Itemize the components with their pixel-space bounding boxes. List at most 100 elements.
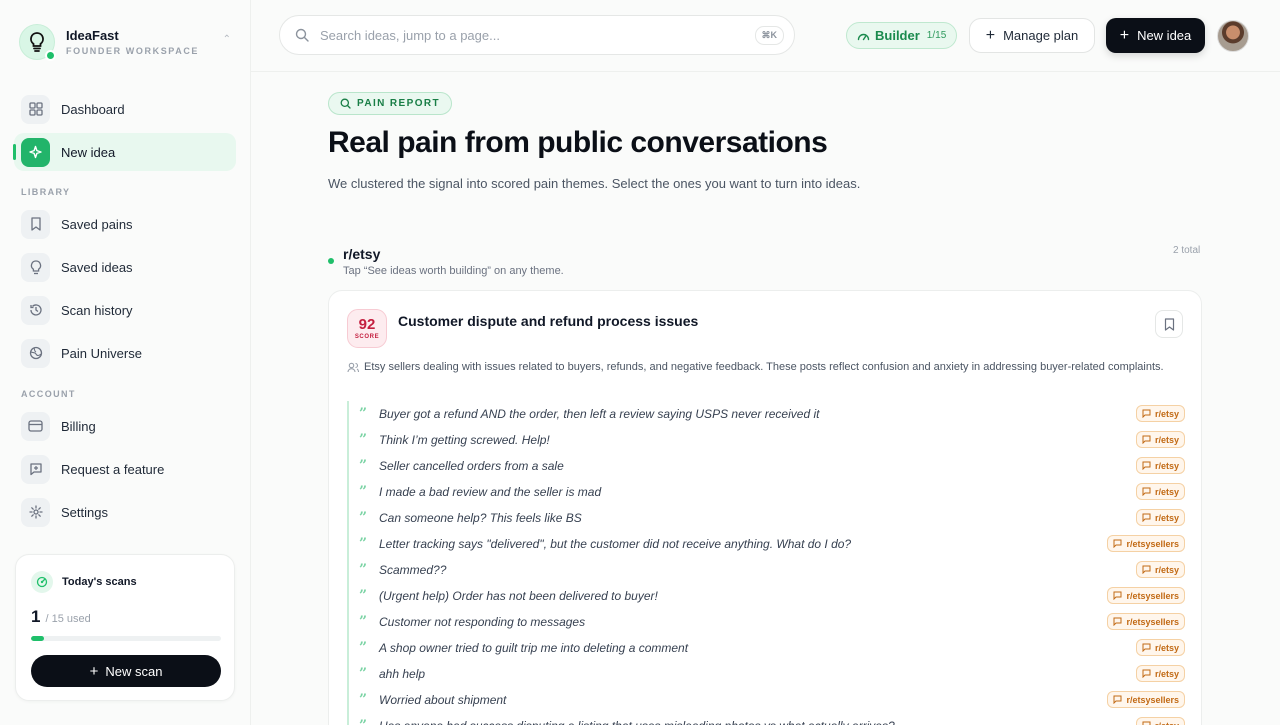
quote-text: I made a bad review and the seller is ma… [379, 485, 602, 499]
source-tag-label: r/etsy [1154, 486, 1179, 497]
source-tag[interactable]: r/etsysellers [1107, 535, 1185, 552]
users-icon [347, 360, 360, 378]
new-idea-button[interactable]: + New idea [1106, 18, 1205, 53]
chat-icon [1142, 721, 1151, 725]
nav-scan-history-label: Scan history [61, 302, 133, 318]
source-tag[interactable]: r/etsy [1135, 431, 1185, 448]
quote-row[interactable]: ” Can someone help? This feels like BS r/e… [349, 505, 1185, 531]
quote-text: Buyer got a refund AND the order, then l… [379, 407, 820, 421]
chevron-updown-icon: ⌃ [222, 34, 231, 45]
chat-icon [1113, 617, 1122, 626]
shortcut-badge: ⌘K [754, 26, 784, 45]
nav-new-idea[interactable]: New idea [13, 133, 236, 171]
nav-saved-pains-label: Saved pains [61, 216, 133, 232]
source-tag-label: r/etsysellers [1126, 590, 1179, 601]
quote-row[interactable]: ” I made a bad review and the seller is m… [349, 479, 1185, 505]
quote-row[interactable]: ” A shop owner tried to guilt trip me int… [349, 635, 1185, 661]
plan-badge[interactable]: Builder 1/15 [846, 22, 958, 49]
lightbulb-logo-icon [19, 24, 56, 61]
quote-icon: ” [359, 562, 368, 578]
quote-row[interactable]: ” Worried about shipment r/etsysellers [349, 687, 1185, 713]
quote-row[interactable]: ” Customer not responding to messages r/et… [349, 609, 1185, 635]
quote-text: Seller cancelled orders from a sale [379, 459, 564, 473]
chat-icon [1142, 643, 1151, 652]
nav-new-idea-label: New idea [61, 144, 116, 160]
quote-icon: ” [359, 692, 368, 708]
quote-row[interactable]: ” Seller cancelled orders from a sale r/et… [349, 453, 1185, 479]
source-tag-label: r/etsy [1154, 434, 1179, 445]
group-hint: Tap “See ideas worth building” on any th… [343, 265, 564, 277]
quote-row[interactable]: ” Buyer got a refund AND the order, then … [349, 401, 1185, 427]
nav-saved-pains[interactable]: Saved pains [14, 205, 236, 243]
nav-settings[interactable]: Settings [14, 493, 236, 531]
nav-request-feature-label: Request a feature [61, 461, 165, 477]
quote-text: Worried about shipment [379, 693, 507, 707]
chat-icon [1142, 669, 1151, 678]
todays-scans-card: Today's scans 1 / 15 used + New scan [15, 554, 235, 701]
pain-report-pill: PAIN REPORT [328, 92, 452, 115]
search-input[interactable]: Search ideas, jump to a page... ⌘K [279, 15, 795, 55]
search-icon [340, 98, 351, 109]
bookmark-button[interactable] [1155, 310, 1183, 338]
source-tag[interactable]: r/etsy [1135, 561, 1185, 578]
manage-plan-button[interactable]: + Manage plan [969, 18, 1095, 53]
scans-title: Today's scans [62, 576, 137, 588]
group-name: r/etsy [343, 246, 381, 262]
quote-row[interactable]: ” ahh help r/etsy [349, 661, 1185, 687]
source-tag[interactable]: r/etsy [1135, 405, 1185, 422]
workspace-switcher[interactable]: IdeaFast FOUNDER WORKSPACE ⌃ [19, 22, 239, 62]
nav-billing-label: Billing [61, 418, 96, 434]
source-tag[interactable]: r/etsysellers [1107, 613, 1185, 630]
quote-text: Has anyone had success disputing a listi… [379, 719, 895, 725]
quote-icon: ” [359, 536, 368, 552]
avatar[interactable] [1217, 20, 1249, 52]
plan-name: Builder [875, 28, 920, 43]
nav-billing[interactable]: Billing [14, 407, 236, 445]
quote-icon: ” [359, 484, 368, 500]
source-tag-label: r/etsy [1154, 460, 1179, 471]
quote-text: ahh help [379, 667, 426, 681]
quote-icon: ” [359, 666, 368, 682]
pain-theme-card: 92 SCORE Customer dispute and refund pro… [328, 290, 1202, 725]
page-description: We clustered the signal into scored pain… [328, 176, 861, 191]
source-tag[interactable]: r/etsy [1135, 483, 1185, 500]
nav-dashboard[interactable]: Dashboard [14, 90, 236, 128]
quote-icon: ” [359, 640, 368, 656]
quote-row[interactable]: ” Scammed?? r/etsy [349, 557, 1185, 583]
nav-scan-history[interactable]: Scan history [14, 291, 236, 329]
source-tag[interactable]: r/etsy [1135, 717, 1185, 725]
nav-saved-ideas[interactable]: Saved ideas [14, 248, 236, 286]
quote-text: A shop owner tried to guilt trip me into… [379, 641, 689, 655]
source-tag[interactable]: r/etsy [1135, 457, 1185, 474]
quote-row[interactable]: ” Letter tracking says "delivered", but t… [349, 531, 1185, 557]
chat-icon [1113, 591, 1122, 600]
source-tag[interactable]: r/etsy [1135, 509, 1185, 526]
scans-progress-bar [31, 636, 221, 641]
source-tag[interactable]: r/etsy [1135, 665, 1185, 682]
chat-icon [1113, 539, 1122, 548]
new-scan-button[interactable]: + New scan [31, 655, 221, 687]
account-heading: ACCOUNT [21, 389, 76, 399]
score-label: SCORE [354, 334, 380, 340]
credit-card-icon [21, 411, 50, 441]
source-tag-label: r/etsy [1154, 512, 1179, 523]
source-tag[interactable]: r/etsysellers [1107, 587, 1185, 604]
nav-pain-universe[interactable]: Pain Universe [14, 334, 236, 372]
quote-text: Letter tracking says "delivered", but th… [379, 537, 852, 551]
gear-icon [21, 497, 50, 527]
quote-row[interactable]: ” Think I’m getting screwed. Help! r/etsy [349, 427, 1185, 453]
radar-icon [31, 571, 53, 593]
chat-icon [1113, 695, 1122, 704]
source-tag-label: r/etsysellers [1126, 616, 1179, 627]
history-icon [21, 295, 50, 325]
group-status-dot [328, 258, 334, 264]
quote-row[interactable]: ” Has anyone had success disputing a list… [349, 713, 1185, 725]
nav-request-feature[interactable]: Request a feature [14, 450, 236, 488]
bookmark-icon [1164, 317, 1174, 331]
source-tag[interactable]: r/etsy [1135, 639, 1185, 656]
nav-pain-universe-label: Pain Universe [61, 345, 142, 361]
source-tag[interactable]: r/etsysellers [1107, 691, 1185, 708]
quote-row[interactable]: ” (Urgent help) Order has not been delive… [349, 583, 1185, 609]
scans-progress-fill [31, 636, 44, 641]
globe-icon [21, 338, 50, 368]
